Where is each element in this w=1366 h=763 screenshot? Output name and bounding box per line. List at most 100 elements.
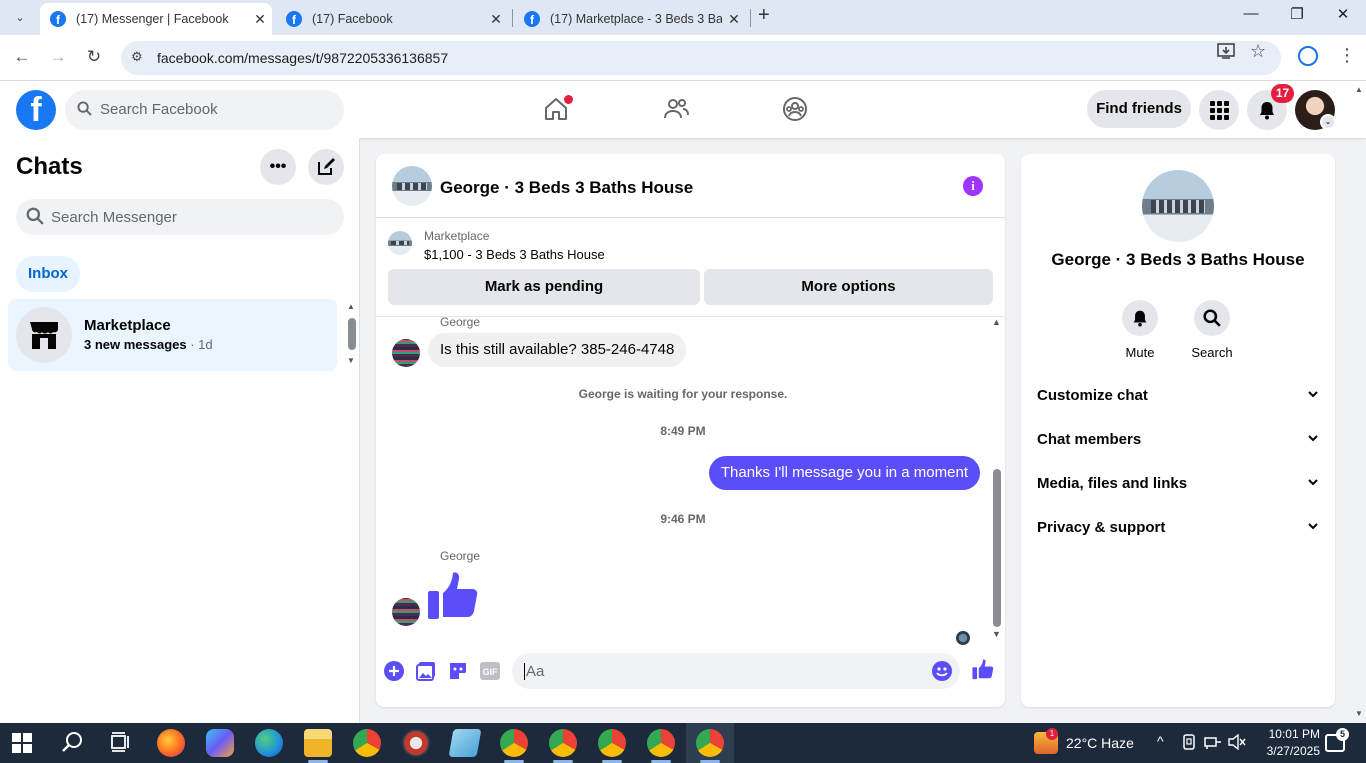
close-tab-icon[interactable]: ✕ [722,11,746,28]
browser-menu-icon[interactable]: ⋮ [1338,45,1356,66]
windows-start-icon[interactable] [12,733,34,755]
app-icon[interactable] [402,729,430,757]
account-chevron-icon[interactable]: ⌄ [1320,114,1336,130]
conversation-info-icon[interactable]: i [963,176,983,196]
conversation-scrollbar[interactable]: ▲ ▼ [990,317,1004,649]
privacy-support-section[interactable]: Privacy & support [1037,506,1319,550]
emoji-icon[interactable] [932,661,952,681]
inbox-tab[interactable]: Inbox [16,256,80,292]
listing-title[interactable]: $1,100 - 3 Beds 3 Baths House [424,247,605,262]
chrome-profile-icon[interactable] [500,729,528,757]
device-icon[interactable] [1181,734,1197,753]
volume-muted-icon[interactable] [1228,733,1246,753]
forward-icon[interactable]: → [46,47,70,67]
scroll-up-icon[interactable]: ▲ [992,317,1001,327]
chat-members-section[interactable]: Chat members [1037,418,1319,462]
network-icon[interactable] [1204,734,1222,753]
scroll-up-icon[interactable]: ▲ [1355,85,1363,94]
browser-profile-icon[interactable] [1298,46,1318,66]
firefox-icon[interactable] [157,729,185,757]
browser-tab-marketplace[interactable]: f (17) Marketplace - 3 Beds 3 Bath ✕ [514,3,746,35]
media-files-links-section[interactable]: Media, files and links [1037,462,1319,506]
edge-icon[interactable] [255,729,283,757]
search-icon [1194,300,1230,336]
copilot-icon[interactable] [206,729,234,757]
site-info-icon[interactable]: ⚙ [131,49,143,65]
address-bar[interactable]: ⚙ facebook.com/messages/t/98722053361368… [121,41,1281,75]
find-friends-button[interactable]: Find friends [1087,90,1191,128]
bookmark-star-icon[interactable]: ☆ [1250,41,1266,62]
chat-list-item-marketplace[interactable]: Marketplace 3 new messages · 1d [8,299,337,371]
notification-center-icon[interactable]: 5 [1325,728,1349,752]
taskbar-clock[interactable]: 10:01 PM 3/27/2025 [1250,726,1320,760]
restore-window-icon[interactable]: ❐ [1274,5,1320,23]
more-options-button[interactable]: More options [704,269,993,305]
logo-letter: f [30,91,42,129]
show-hidden-icons-icon[interactable]: ^ [1157,733,1164,749]
new-tab-icon[interactable]: + [758,4,770,27]
customize-chat-section[interactable]: Customize chat [1037,374,1319,418]
scroll-down-icon[interactable]: ▼ [1355,709,1363,718]
outgoing-message-bubble[interactable]: Thanks I'll message you in a moment [708,456,980,490]
chat-options-icon[interactable]: ••• [260,149,296,185]
groups-icon[interactable] [781,95,809,123]
weather-icon[interactable]: 1 [1034,728,1058,754]
conversation-panel: George · 3 Beds 3 Baths House i Marketpl… [376,154,1005,707]
chrome-profile-icon[interactable] [549,729,577,757]
mute-button[interactable]: Mute [1110,300,1170,360]
gif-icon[interactable]: GIF [480,661,500,681]
conversation-avatar[interactable] [392,166,432,206]
minimize-window-icon[interactable]: — [1228,5,1274,22]
incoming-message-bubble[interactable]: Is this still available? 385-246-4748 [428,333,687,367]
close-tab-icon[interactable]: ✕ [248,11,272,28]
chrome-icon[interactable] [353,729,381,757]
contact-large-avatar[interactable] [1142,170,1214,242]
browser-tab-messenger[interactable]: f (17) Messenger | Facebook ✕ [40,3,272,35]
chrome-profile-icon[interactable] [647,729,675,757]
tab-title: (17) Marketplace - 3 Beds 3 Bath [550,12,722,26]
taskbar-search-icon[interactable] [60,729,88,757]
thumbs-up-sticker-icon[interactable] [428,569,478,626]
back-icon[interactable]: ← [10,47,34,67]
sender-avatar[interactable] [392,339,420,367]
notes-app-icon[interactable] [448,729,482,757]
conversation-title[interactable]: George · 3 Beds 3 Baths House [440,178,693,198]
home-notification-dot [564,95,573,104]
attach-photo-icon[interactable] [416,661,436,681]
friends-icon[interactable] [662,95,690,123]
browser-tab-facebook[interactable]: f (17) Facebook ✕ [276,3,508,35]
task-view-icon[interactable] [108,729,136,757]
tab-search-chevron-icon[interactable]: ⌄ [6,4,34,30]
section-label: Media, files and links [1037,475,1188,492]
scroll-down-icon[interactable]: ▼ [992,629,1001,639]
windows-taskbar: 1 22°C Haze ^ 10:01 PM 3/27/2025 5 [0,723,1366,763]
reload-icon[interactable]: ↻ [82,47,106,67]
mark-as-pending-button[interactable]: Mark as pending [388,269,700,305]
facebook-favicon-icon: f [524,11,540,27]
facebook-logo-icon[interactable]: f [16,90,56,130]
close-tab-icon[interactable]: ✕ [484,11,508,28]
sticker-icon[interactable] [448,661,468,681]
chrome-profile-icon[interactable] [598,729,626,757]
chrome-active-icon[interactable] [696,729,724,757]
search-in-conversation-button[interactable]: Search [1182,300,1242,360]
more-actions-plus-icon[interactable] [384,661,404,681]
messenger-search-input[interactable]: Search Messenger [16,199,344,235]
install-app-icon[interactable] [1216,41,1236,66]
chat-preview: 3 new messages · 1d [84,337,213,352]
page-scrollbar[interactable]: ▲ ▼ [1352,81,1366,723]
new-message-icon[interactable] [308,149,344,185]
menu-grid-icon[interactable] [1199,90,1239,130]
close-window-icon[interactable]: ✕ [1320,5,1366,23]
file-explorer-icon[interactable] [304,729,332,757]
send-like-icon[interactable] [972,658,994,680]
facebook-search-input[interactable]: Search Facebook [65,90,344,130]
scrollbar-thumb[interactable] [348,318,356,350]
message-input[interactable]: Aa [512,653,960,689]
scroll-down-icon[interactable]: ▼ [347,356,355,365]
weather-text[interactable]: 22°C Haze [1066,735,1134,751]
scroll-up-icon[interactable]: ▲ [347,302,355,311]
sidebar-scrollbar[interactable]: ▲ ▼ [346,302,358,368]
sender-avatar[interactable] [392,598,420,626]
scrollbar-thumb[interactable] [993,469,1001,627]
